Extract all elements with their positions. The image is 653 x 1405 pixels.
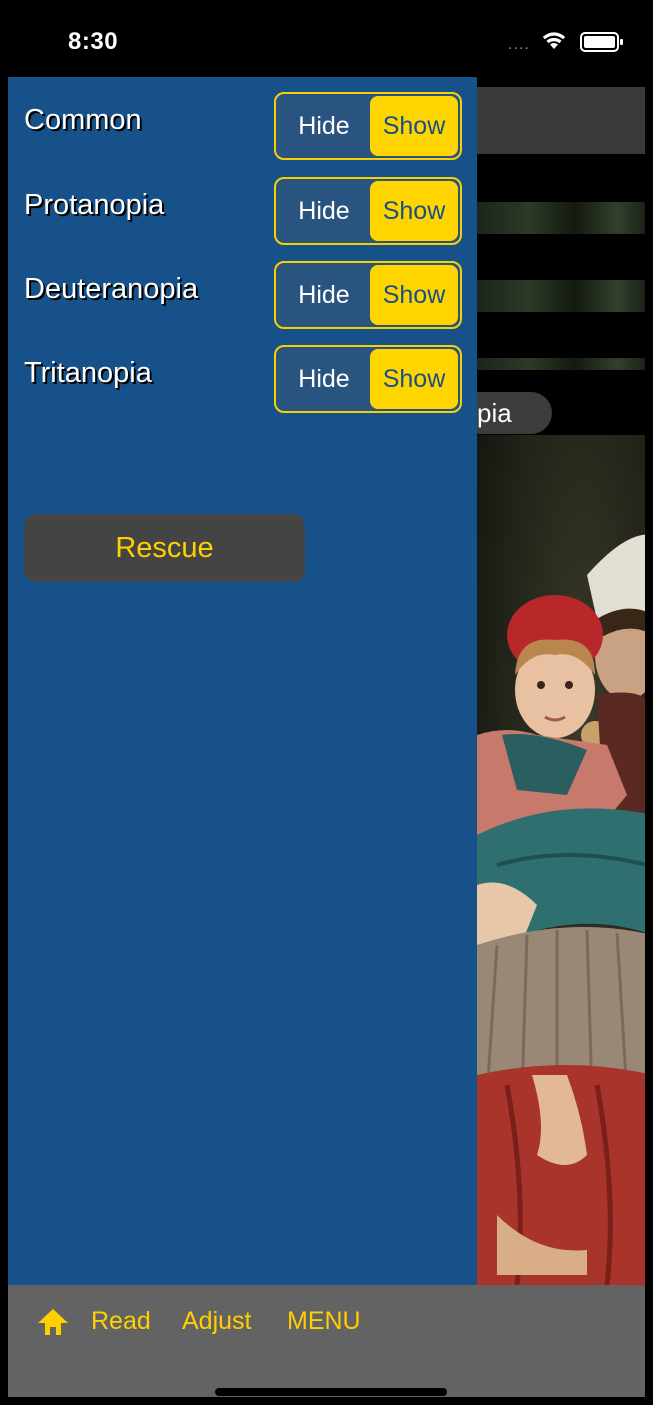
- thumbnail-strip: [477, 358, 653, 370]
- rescue-button[interactable]: Rescue: [24, 514, 305, 582]
- bottom-toolbar: Read Adjust MENU: [8, 1285, 653, 1405]
- side-menu: Common Hide Show Protanopia Hide Show De…: [8, 77, 477, 1285]
- show-segment[interactable]: Show: [370, 96, 458, 156]
- home-icon[interactable]: [36, 1307, 70, 1337]
- hide-segment[interactable]: Hide: [276, 263, 372, 327]
- hide-show-segmented-control: Hide Show: [274, 177, 462, 245]
- wifi-icon: [542, 32, 566, 49]
- show-segment[interactable]: Show: [370, 265, 458, 325]
- hide-show-segmented-control: Hide Show: [274, 261, 462, 329]
- adjust-button[interactable]: Adjust: [182, 1307, 251, 1336]
- painting-image: [477, 435, 653, 1285]
- toggle-label: Protanopia: [24, 189, 165, 221]
- show-segment[interactable]: Show: [370, 349, 458, 409]
- hide-segment[interactable]: Hide: [276, 94, 372, 158]
- toggle-label: Common: [24, 104, 142, 136]
- thumbnail-strip: [477, 280, 653, 312]
- thumbnail-strip: [477, 202, 653, 234]
- status-time: 8:30: [68, 28, 119, 55]
- toggle-row-common: Common Hide Show: [8, 92, 477, 160]
- menu-button[interactable]: MENU: [287, 1307, 361, 1336]
- toggle-label: Tritanopia: [24, 357, 152, 389]
- battery-icon: [580, 32, 623, 52]
- cellular-signal: ....: [508, 36, 530, 53]
- home-indicator[interactable]: [215, 1388, 447, 1396]
- background-content: pia: [477, 77, 653, 1285]
- app-screen: 8:30 .... pia Common Hide Show Protanopi…: [0, 0, 653, 1405]
- background-topbar: [477, 87, 653, 154]
- toggle-row-protanopia: Protanopia Hide Show: [8, 177, 477, 245]
- filter-label-pill[interactable]: pia: [477, 392, 552, 434]
- hide-segment[interactable]: Hide: [276, 347, 372, 411]
- status-bar: 8:30 ....: [0, 0, 653, 77]
- toggle-label: Deuteranopia: [24, 273, 199, 305]
- hide-segment[interactable]: Hide: [276, 179, 372, 243]
- hide-show-segmented-control: Hide Show: [274, 345, 462, 413]
- show-segment[interactable]: Show: [370, 181, 458, 241]
- hide-show-segmented-control: Hide Show: [274, 92, 462, 160]
- read-button[interactable]: Read: [91, 1307, 151, 1336]
- toggle-row-deuteranopia: Deuteranopia Hide Show: [8, 261, 477, 329]
- toggle-row-tritanopia: Tritanopia Hide Show: [8, 345, 477, 413]
